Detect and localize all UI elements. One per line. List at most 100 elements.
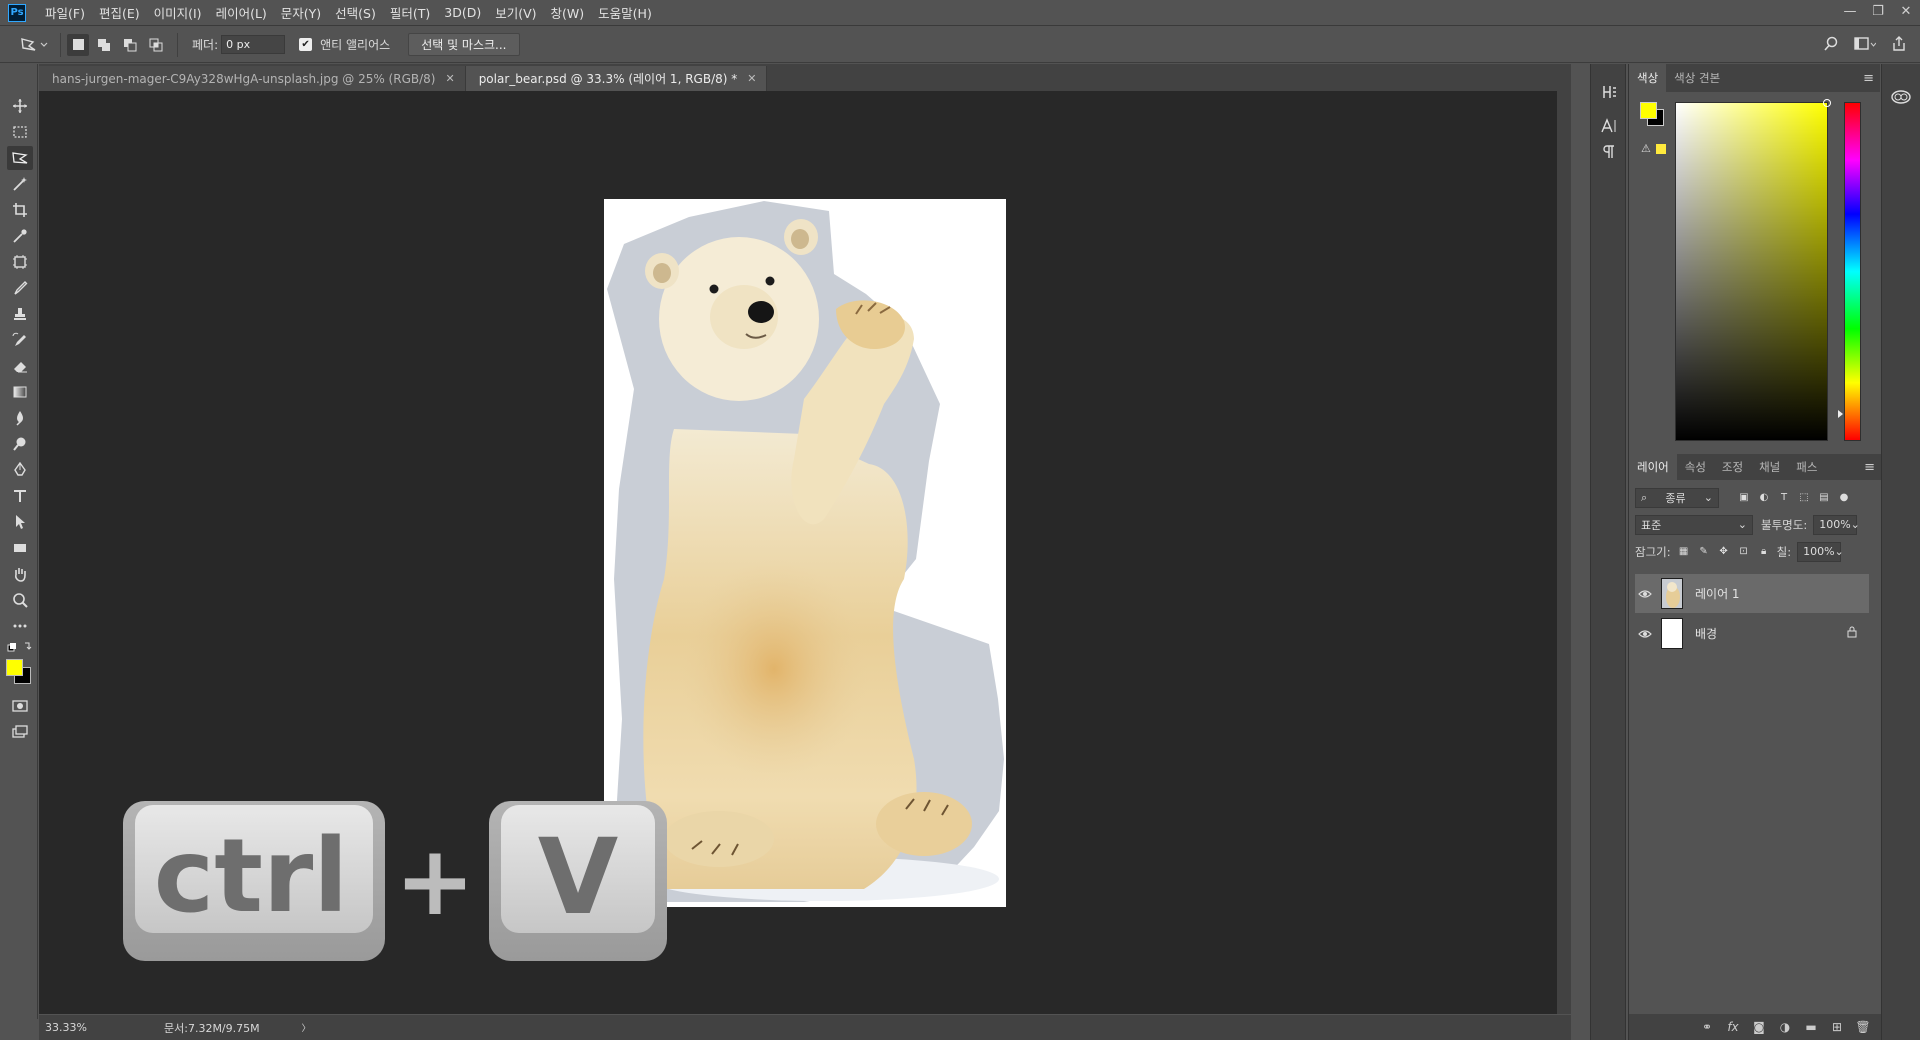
dodge-tool-icon[interactable] [7,432,33,456]
hue-slider[interactable] [1844,102,1861,441]
lock-artboard-icon[interactable]: ⊡ [1737,545,1751,559]
new-adjustment-layer-icon[interactable]: ◑ [1777,1019,1793,1035]
workspace-icon[interactable] [1854,33,1876,55]
gamut-correction-swatch[interactable] [1656,144,1666,154]
lock-position-icon[interactable]: ✥ [1717,545,1731,559]
lock-image-icon[interactable]: ✎ [1697,545,1711,559]
tab-adjustments[interactable]: 조정 [1714,453,1751,481]
link-layers-icon[interactable]: ⚭ [1699,1019,1715,1035]
brush-tool-icon[interactable] [7,276,33,300]
visibility-eye-icon[interactable] [1635,629,1655,639]
new-layer-icon[interactable]: ⊞ [1829,1019,1845,1035]
polygonal-lasso-tool-icon[interactable] [7,146,33,170]
delete-layer-icon[interactable]: 🗑︎ [1855,1019,1871,1035]
subtract-from-selection-icon[interactable] [119,34,141,56]
tab-color[interactable]: 색상 [1629,64,1667,92]
minimize-icon[interactable]: — [1836,0,1864,22]
hue-slider-marker[interactable] [1838,410,1843,418]
panel-menu-icon[interactable]: ≡ [1864,460,1875,475]
canvas-area[interactable]: ctrl + V [39,91,1571,1014]
blur-tool-icon[interactable] [7,406,33,430]
menu-filter[interactable]: 필터(T) [383,3,437,22]
crop-tool-icon[interactable] [7,198,33,222]
gamut-warning-icon[interactable]: ⚠ [1641,142,1651,155]
fill-input[interactable]: 100% ⌄ [1797,541,1844,562]
feather-input[interactable] [221,35,286,54]
eyedropper-icon[interactable] [7,224,33,248]
layer-name[interactable]: 배경 [1695,625,1717,642]
filter-toggle-icon[interactable]: ● [1837,491,1851,505]
tab-channels[interactable]: 채널 [1751,453,1788,481]
paragraph-panel-icon[interactable] [1596,140,1622,164]
new-selection-icon[interactable] [67,33,89,56]
pen-tool-icon[interactable] [7,458,33,482]
opacity-input[interactable]: 100% ⌄ [1813,514,1860,535]
lock-transparent-icon[interactable]: ▦ [1677,545,1691,559]
menu-image[interactable]: 이미지(I) [147,3,209,22]
intersect-selection-icon[interactable] [145,34,167,56]
tab-swatches[interactable]: 색상 견본 [1666,64,1728,92]
rectangle-tool-icon[interactable] [7,536,33,560]
marquee-tool-icon[interactable] [7,120,33,144]
close-tab-icon[interactable]: ✕ [747,72,756,85]
tab-paths[interactable]: 패스 [1788,453,1825,481]
tab-hans-jurgen-mager[interactable]: hans-jurgen-mager-C9Ay328wHgA-unsplash.j… [39,66,466,91]
color-panel-foreground-swatch[interactable] [1640,102,1657,119]
menu-type[interactable]: 문자(Y) [274,3,328,22]
magic-wand-icon[interactable] [7,172,33,196]
eraser-icon[interactable] [7,354,33,378]
menu-layer[interactable]: 레이어(L) [209,3,274,22]
vertical-scrollbar[interactable] [1557,91,1571,1014]
close-tab-icon[interactable]: ✕ [445,72,454,85]
menu-window[interactable]: 창(W) [544,3,592,22]
filter-shape-icon[interactable]: ⬚ [1797,491,1811,505]
layer-row-layer-1[interactable]: 레이어 1 [1635,574,1869,613]
history-brush-icon[interactable] [7,328,33,352]
tab-layers[interactable]: 레이어 [1629,453,1677,481]
zoom-tool-icon[interactable] [7,588,33,612]
search-icon[interactable] [1820,33,1842,55]
quick-mask-icon[interactable] [7,694,33,718]
close-icon[interactable]: ✕ [1892,0,1920,22]
menu-file[interactable]: 파일(F) [38,3,92,22]
more-tools-icon[interactable] [7,614,33,638]
foreground-color-swatch[interactable] [6,659,23,676]
menu-select[interactable]: 선택(S) [328,3,383,22]
move-tool-icon[interactable] [7,94,33,118]
gradient-icon[interactable] [7,380,33,404]
libraries-icon[interactable] [1890,86,1912,108]
zoom-level[interactable]: 33.33% [45,1021,119,1034]
clone-stamp-icon[interactable] [7,302,33,326]
blend-mode-select[interactable]: 표준 ⌄ [1635,514,1753,535]
select-and-mask-button[interactable]: 선택 및 마스크... [408,33,520,56]
layer-filter-select[interactable]: ⌕ 종류 ⌄ [1635,487,1719,508]
tab-properties[interactable]: 속성 [1677,453,1714,481]
character-panel-icon[interactable] [1596,114,1622,138]
menu-view[interactable]: 보기(V) [488,3,543,22]
filter-adjustment-icon[interactable]: ◐ [1757,491,1771,505]
color-picker-field[interactable] [1675,99,1831,441]
tab-polar-bear[interactable]: polar_bear.psd @ 33.3% (레이어 1, RGB/8) * … [465,66,768,91]
screen-mode-icon[interactable] [7,720,33,744]
add-mask-icon[interactable]: ◙ [1751,1019,1767,1035]
layer-row-background[interactable]: 배경 [1635,614,1869,653]
filter-type-icon[interactable]: T [1777,491,1791,505]
history-panel-icon[interactable] [1596,80,1622,104]
lock-all-icon[interactable]: 🔒︎ [1757,545,1771,559]
layer-name[interactable]: 레이어 1 [1695,585,1740,602]
default-colors-icon[interactable] [7,640,33,654]
polygonal-lasso-preset-icon[interactable] [14,31,54,59]
antialias-checkbox[interactable]: ✔ [299,38,313,51]
path-selection-icon[interactable] [7,510,33,534]
filter-smart-object-icon[interactable]: ▤ [1817,491,1831,505]
share-icon[interactable] [1888,33,1910,55]
status-menu-arrow[interactable]: 〉 [302,1021,311,1034]
menu-help[interactable]: 도움말(H) [591,3,659,22]
new-group-icon[interactable]: ▬ [1803,1019,1819,1035]
restore-icon[interactable]: ❐ [1864,0,1892,22]
menu-3d[interactable]: 3D(D) [437,5,488,20]
frame-tool-icon[interactable] [7,250,33,274]
hand-tool-icon[interactable] [7,562,33,586]
filter-pixel-icon[interactable]: ▣ [1737,491,1751,505]
menu-edit[interactable]: 편집(E) [92,3,147,22]
